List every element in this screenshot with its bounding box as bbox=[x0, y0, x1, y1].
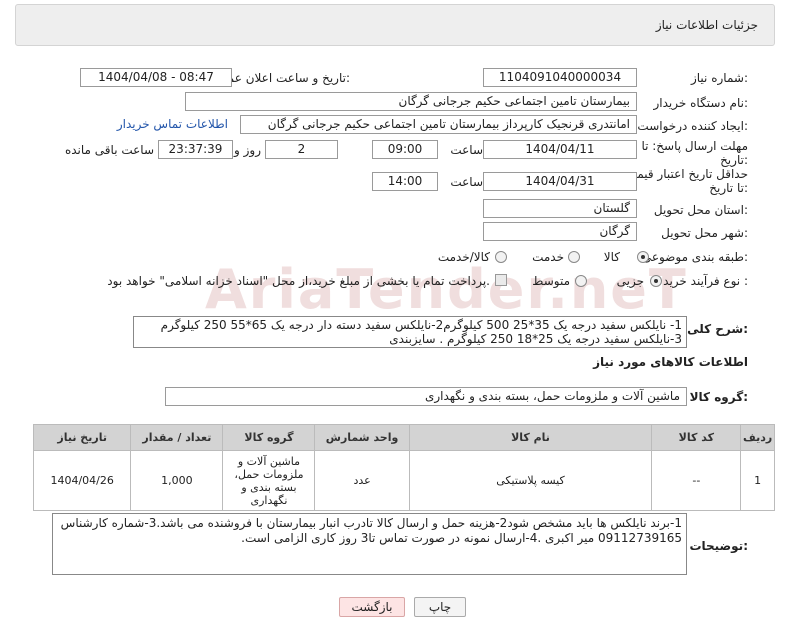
process-radio-medium[interactable] bbox=[575, 275, 587, 287]
creator-label: ایجاد کننده درخواست: bbox=[637, 119, 748, 133]
announce-date-field[interactable]: 1404/04/08 - 08:47 bbox=[80, 68, 232, 87]
goods-group-field[interactable]: ماشین آلات و ملزومات حمل، بسته بندی و نگ… bbox=[165, 387, 687, 406]
cell-date: 1404/04/26 bbox=[32, 450, 132, 511]
col-unit-header: واحد شمارش bbox=[314, 424, 410, 451]
buyer-org-field[interactable]: بیمارستان تامین اجتماعی حکیم جرجانی گرگا… bbox=[185, 92, 637, 111]
validity-date-field[interactable]: 1404/04/31 bbox=[483, 172, 637, 191]
province-label: استان محل تحویل: bbox=[653, 203, 748, 217]
general-desc-field[interactable]: 1- نایلکس سفید درجه یک 35*25 500 کیلوگرم… bbox=[133, 316, 687, 348]
general-desc-line-1: 1- نایلکس سفید درجه یک 35*25 500 کیلوگرم… bbox=[160, 318, 682, 332]
print-button[interactable]: چاپ bbox=[414, 597, 466, 617]
cell-qty: 1,000 bbox=[130, 450, 224, 511]
col-code-header: کد کالا bbox=[651, 424, 742, 451]
need-number-label: شماره نیاز: bbox=[690, 71, 748, 85]
table-row[interactable]: 1 -- کیسه پلاستیکی عدد ماشین آلات و ملزو… bbox=[32, 450, 775, 511]
cell-name: کیسه پلاستیکی bbox=[408, 450, 653, 511]
category-option-service: خدمت bbox=[532, 250, 564, 264]
validity-time-field[interactable]: 14:00 bbox=[372, 172, 438, 191]
category-radio-service[interactable] bbox=[568, 251, 580, 263]
deadline-time-field[interactable]: 09:00 bbox=[372, 140, 438, 159]
cell-row: 1 bbox=[740, 450, 775, 511]
buyer-notes-field[interactable]: 1-برند نایلکس ها باید مشخص شود2-هزینه حم… bbox=[52, 513, 687, 575]
days-field[interactable]: 2 bbox=[265, 140, 338, 159]
cell-group: ماشین آلات و ملزومات حمل، بسته بندی و نگ… bbox=[222, 450, 316, 511]
deadline-date-field[interactable]: 1404/04/11 bbox=[483, 140, 637, 159]
treasury-payment-note: پرداخت تمام یا بخشی از مبلغ خرید،از محل … bbox=[107, 274, 490, 288]
treasury-payment-checkbox[interactable] bbox=[495, 274, 507, 286]
cell-unit: عدد bbox=[314, 450, 410, 511]
process-option-medium: متوسط bbox=[532, 274, 570, 288]
page-title: جزئیات اطلاعات نیاز bbox=[655, 18, 758, 32]
validity-time-label: ساعت bbox=[450, 175, 483, 189]
validity-label: حداقل تاریخ اعتبار قیمت bbox=[625, 167, 748, 181]
col-date-header: تاریخ نیاز bbox=[32, 424, 132, 451]
city-label: شهر محل تحویل: bbox=[661, 226, 748, 240]
remaining-time-field[interactable]: 23:37:39 bbox=[158, 140, 233, 159]
goods-table-header: ردیف کد کالا نام کالا واحد شمارش گروه کا… bbox=[32, 424, 775, 451]
category-radio-goods-service[interactable] bbox=[495, 251, 507, 263]
general-desc-line-2: 3-نایلکس سفید درجه یک 25*18 250 کیلوگرم … bbox=[389, 332, 682, 346]
category-option-goods: کالا bbox=[603, 250, 620, 264]
buyer-org-label: نام دستگاه خریدار: bbox=[653, 96, 749, 110]
buyer-contact-link[interactable]: اطلاعات تماس خریدار bbox=[117, 117, 228, 131]
col-group-header: گروه کالا bbox=[222, 424, 316, 451]
panel-header: جزئیات اطلاعات نیاز bbox=[15, 4, 775, 46]
deadline-label: مهلت ارسال پاسخ: تا bbox=[641, 139, 748, 153]
goods-table: ردیف کد کالا نام کالا واحد شمارش گروه کا… bbox=[32, 424, 775, 511]
category-option-goods-service: کالا/خدمت bbox=[437, 250, 490, 264]
process-label: نوع فرآیند خرید : bbox=[663, 274, 748, 288]
goods-group-label: گروه کالا: bbox=[689, 390, 748, 404]
city-field[interactable]: گرگان bbox=[483, 222, 637, 241]
category-radio-goods[interactable] bbox=[637, 251, 649, 263]
back-button[interactable]: بازگشت bbox=[339, 597, 405, 617]
deadline-label-2: تاریخ: bbox=[720, 153, 748, 167]
validity-label-2: تا تاریخ: bbox=[709, 181, 748, 195]
remaining-time-label: ساعت باقی مانده bbox=[64, 143, 154, 157]
category-label: طبقه بندی موضوعی: bbox=[641, 250, 748, 264]
deadline-time-label: ساعت bbox=[450, 143, 483, 157]
goods-info-title: اطلاعات کالاهای مورد نیاز bbox=[593, 355, 748, 369]
col-row-header: ردیف bbox=[740, 424, 775, 451]
col-qty-header: تعداد / مقدار bbox=[130, 424, 224, 451]
need-number-field[interactable]: 1104091040000034 bbox=[483, 68, 637, 87]
province-field[interactable]: گلستان bbox=[483, 199, 637, 218]
days-label: روز و bbox=[234, 143, 261, 157]
process-option-minor: جزیی bbox=[616, 274, 644, 288]
process-radio-minor[interactable] bbox=[650, 275, 662, 287]
cell-code: -- bbox=[651, 450, 742, 511]
watermark-logo: AriaTender.neT bbox=[205, 258, 688, 321]
creator-field[interactable]: امانتدری قرنجیک کارپرداز بیمارستان تامین… bbox=[240, 115, 637, 134]
col-name-header: نام کالا bbox=[408, 424, 653, 451]
